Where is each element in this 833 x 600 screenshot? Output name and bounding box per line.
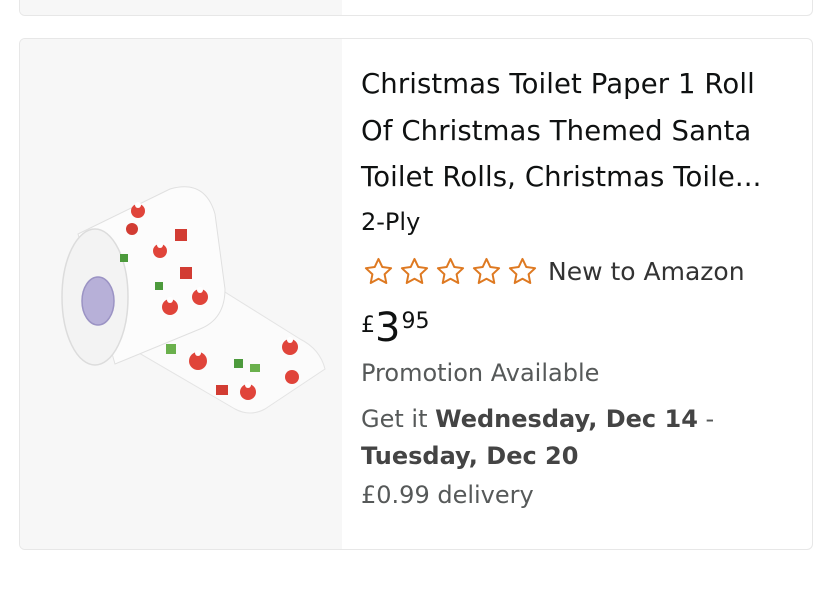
- product-info: Christmas Toilet Paper 1 Roll Of Christm…: [361, 61, 792, 509]
- rating-row[interactable]: New to Amazon: [361, 255, 792, 289]
- product-title[interactable]: Christmas Toilet Paper 1 Roll Of Christm…: [361, 61, 792, 201]
- delivery-fee: £0.99 delivery: [361, 480, 534, 509]
- toilet-roll-santa-image: [61, 186, 326, 414]
- price-currency: £: [361, 312, 375, 338]
- price-whole: 3: [375, 304, 401, 351]
- delivery-start-date: Wednesday, Dec 14: [435, 404, 698, 433]
- product-variant: 2-Ply: [361, 207, 421, 236]
- promotion-text: Promotion Available: [361, 358, 600, 387]
- delivery-prefix: Get it: [361, 404, 436, 433]
- previous-product-card[interactable]: [19, 0, 813, 16]
- product-card[interactable]: Christmas Toilet Paper 1 Roll Of Christm…: [19, 38, 813, 550]
- delivery-end-date: Tuesday, Dec 20: [361, 441, 579, 470]
- star-empty-icon: [364, 257, 393, 284]
- star-empty-icon: [508, 257, 537, 284]
- product-image[interactable]: [20, 39, 342, 549]
- star-empty-icon: [436, 257, 465, 284]
- price-fraction: 95: [401, 308, 430, 334]
- star-rating[interactable]: [361, 255, 540, 289]
- star-empty-icon: [400, 257, 429, 284]
- rating-text: New to Amazon: [548, 257, 745, 286]
- star-empty-icon: [472, 257, 501, 284]
- previous-product-image[interactable]: [20, 0, 342, 15]
- delivery-separator: -: [697, 404, 715, 433]
- product-price: £ 3 95: [361, 305, 792, 351]
- delivery-estimate: Get it Wednesday, Dec 14 - Tuesday, Dec …: [361, 401, 792, 475]
